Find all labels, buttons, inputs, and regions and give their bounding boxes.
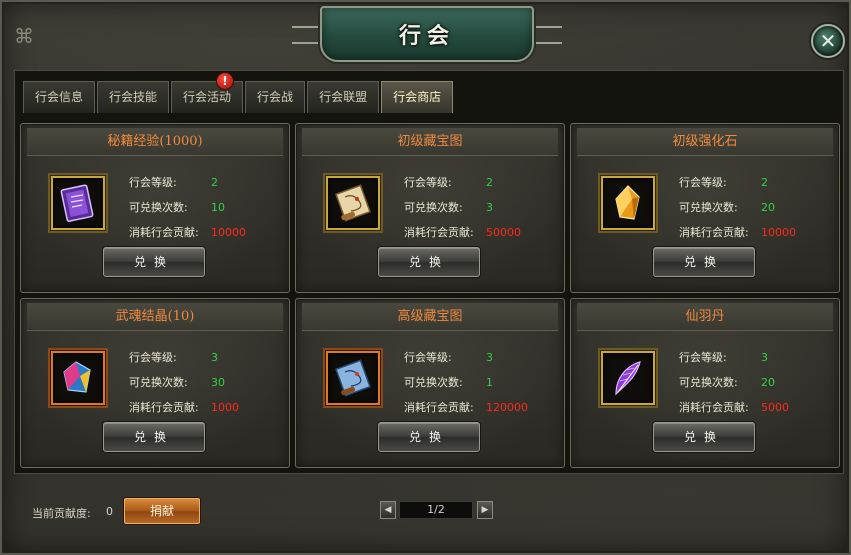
shop-item-card: 初级强化石 行会等级: 2 可兑换次数: 20 消耗行会贡献: 10000 兑换 [570, 123, 840, 293]
shop-item-card: 武魂结晶(10) 行会等级: 3 可兑换次数: 30 消耗行会贡献: 1000 兑换 [20, 298, 290, 468]
item-slot[interactable] [51, 176, 105, 230]
cost-value: 10000 [211, 226, 246, 239]
shop-item-card: 初级藏宝图 行会等级: 2 可兑换次数: 3 消耗行会贡献: 50000 兑换 [295, 123, 565, 293]
corner-ornament-icon: ⌘ [14, 24, 34, 48]
guild-level-value: 3 [761, 351, 768, 364]
content-panel: 行会信息 行会技能 行会活动! 行会战 行会联盟 行会商店 秘籍经验(1000) [14, 70, 844, 474]
contribution-value: 0 [106, 505, 113, 518]
guild-level-value: 2 [486, 176, 493, 189]
item-stats: 行会等级: 3 可兑换次数: 30 消耗行会贡献: 1000 [129, 345, 239, 420]
item-slot[interactable] [326, 351, 380, 405]
next-page-button[interactable]: ▶ [477, 501, 493, 519]
soul-crystal-icon [63, 361, 91, 393]
item-stats: 行会等级: 3 可兑换次数: 20 消耗行会贡献: 5000 [679, 345, 789, 420]
exchange-button[interactable]: 兑换 [653, 422, 755, 452]
shop-grid: 秘籍经验(1000) 行会等级: 2 可兑换次数: 10 消耗行会贡献: 10000 … [20, 123, 840, 468]
exchange-times-value: 3 [486, 201, 493, 214]
cost-value: 120000 [486, 401, 528, 414]
tab-guild-info[interactable]: 行会信息 [23, 81, 96, 113]
tab-guild-alliance[interactable]: 行会联盟 [307, 81, 380, 113]
tab-guild-events[interactable]: 行会活动! [171, 72, 244, 113]
purple-feather-icon [615, 361, 641, 396]
item-stats: 行会等级: 2 可兑换次数: 10 消耗行会贡献: 10000 [129, 170, 246, 245]
cost-value: 1000 [211, 401, 239, 414]
item-name: 高级藏宝图 [302, 303, 558, 331]
cost-value: 50000 [486, 226, 521, 239]
title-plate: 行会 [292, 6, 562, 62]
contribution-label: 当前贡献度: [32, 507, 91, 520]
exchange-button[interactable]: 兑换 [378, 422, 480, 452]
tab-bar: 行会信息 行会技能 行会活动! 行会战 行会联盟 行会商店 [23, 72, 454, 113]
close-button[interactable]: ✕ [811, 24, 845, 58]
item-name: 初级藏宝图 [302, 128, 558, 156]
item-slot[interactable] [326, 176, 380, 230]
donate-button[interactable]: 捐献 [124, 498, 200, 524]
item-stats: 行会等级: 2 可兑换次数: 3 消耗行会贡献: 50000 [404, 170, 521, 245]
exchange-times-value: 30 [211, 376, 225, 389]
item-name: 武魂结晶(10) [27, 303, 283, 331]
window-title: 行会 [398, 23, 455, 49]
item-name: 仙羽丹 [577, 303, 833, 331]
orange-crystal-icon [615, 185, 640, 220]
item-slot[interactable] [601, 176, 655, 230]
exchange-button[interactable]: 兑换 [653, 247, 755, 277]
treasure-map-icon [335, 184, 371, 222]
page-indicator: 1/2 [399, 501, 473, 519]
item-slot[interactable] [601, 351, 655, 405]
item-stats: 行会等级: 2 可兑换次数: 20 消耗行会贡献: 10000 [679, 170, 796, 245]
exchange-times-value: 20 [761, 201, 775, 214]
exchange-times-value: 10 [211, 201, 225, 214]
tab-guild-war[interactable]: 行会战 [245, 81, 306, 113]
exchange-button[interactable]: 兑换 [378, 247, 480, 277]
triangle-left-icon: ◀ [384, 505, 392, 515]
purple-book-icon [60, 184, 94, 222]
cost-value: 5000 [761, 401, 789, 414]
guild-window: ⌘ 行会 ✕ 行会信息 行会技能 行会活动! 行会战 行会联盟 行会商店 秘籍经… [0, 0, 851, 555]
shop-item-card: 高级藏宝图 行会等级: 3 可兑换次数: 1 消耗行会贡献: 120000 兑换 [295, 298, 565, 468]
prev-page-button[interactable]: ◀ [380, 501, 396, 519]
guild-level-value: 2 [211, 176, 218, 189]
shop-item-card: 秘籍经验(1000) 行会等级: 2 可兑换次数: 10 消耗行会贡献: 10000 … [20, 123, 290, 293]
item-name: 秘籍经验(1000) [27, 128, 283, 156]
alert-icon: ! [216, 72, 235, 90]
item-name: 初级强化石 [577, 128, 833, 156]
close-icon: ✕ [819, 29, 837, 53]
exchange-button[interactable]: 兑换 [103, 247, 205, 277]
guild-level-value: 2 [761, 176, 768, 189]
tab-guild-skills[interactable]: 行会技能 [97, 81, 170, 113]
guild-level-value: 3 [486, 351, 493, 364]
cost-value: 10000 [761, 226, 796, 239]
tab-guild-shop[interactable]: 行会商店 [381, 81, 454, 113]
item-stats: 行会等级: 3 可兑换次数: 1 消耗行会贡献: 120000 [404, 345, 528, 420]
item-slot[interactable] [51, 351, 105, 405]
exchange-times-value: 1 [486, 376, 493, 389]
shop-item-card: 仙羽丹 行会等级: 3 可兑换次数: 20 消耗行会贡献: 5000 兑换 [570, 298, 840, 468]
advanced-map-icon [335, 359, 371, 397]
exchange-times-value: 20 [761, 376, 775, 389]
guild-level-value: 3 [211, 351, 218, 364]
exchange-button[interactable]: 兑换 [103, 422, 205, 452]
triangle-right-icon: ▶ [481, 505, 489, 515]
